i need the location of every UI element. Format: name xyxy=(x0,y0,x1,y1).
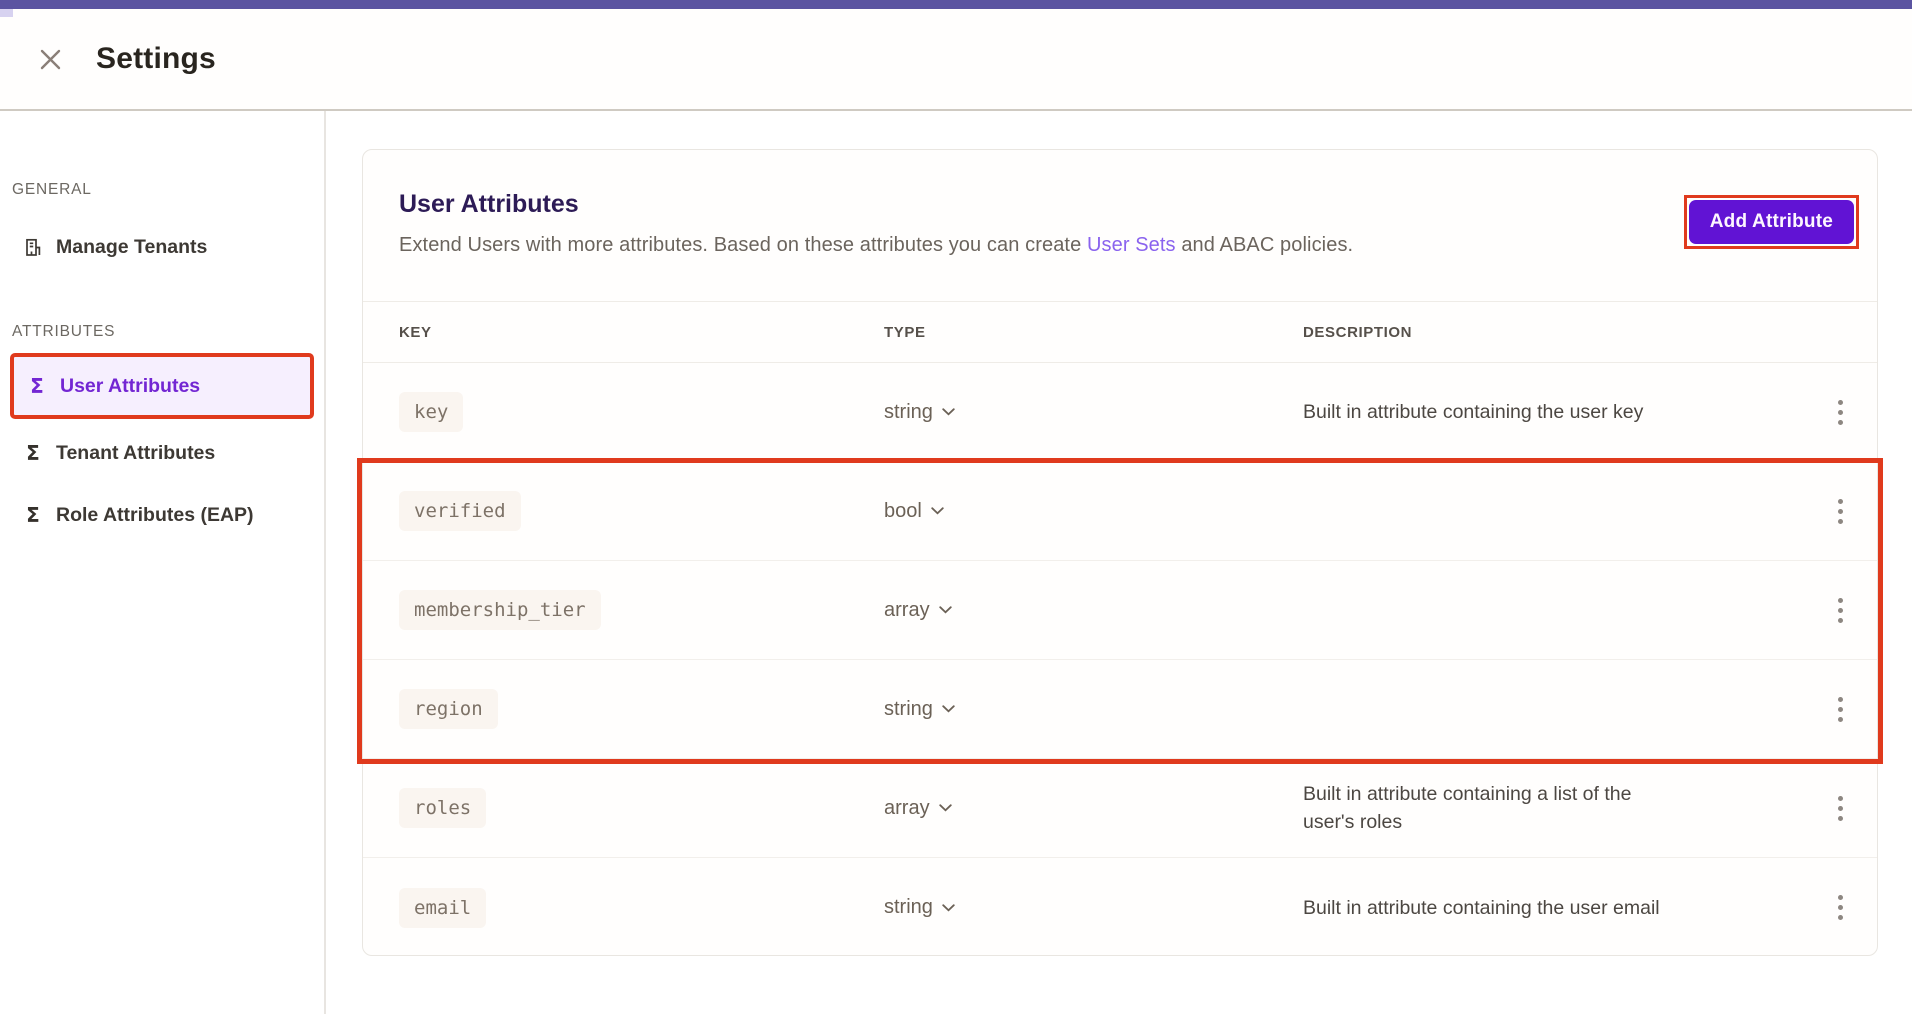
table-row: email string Built in attribute containi… xyxy=(363,858,1877,957)
type-dropdown[interactable]: string xyxy=(884,698,955,721)
user-attributes-card: User Attributes Extend Users with more a… xyxy=(362,149,1878,956)
close-icon xyxy=(39,48,62,71)
kebab-menu-icon[interactable] xyxy=(1832,592,1849,629)
table-row: key string Built in attribute containing… xyxy=(363,363,1877,462)
table-row: region string xyxy=(363,660,1877,759)
type-value: string xyxy=(884,698,933,721)
attribute-key-chip: region xyxy=(399,689,498,729)
attribute-key-chip: verified xyxy=(399,491,521,531)
sidebar-section-attributes: ATTRIBUTES xyxy=(12,323,314,341)
type-value: array xyxy=(884,599,930,622)
chevron-down-icon xyxy=(942,904,955,912)
sigma-icon: Σ xyxy=(22,503,44,527)
sidebar-item-label: User Attributes xyxy=(60,375,200,398)
attribute-key-chip: roles xyxy=(399,788,486,828)
type-value: string xyxy=(884,896,933,919)
type-value: bool xyxy=(884,500,922,523)
sidebar-item-label: Tenant Attributes xyxy=(56,442,215,465)
sidebar-item-manage-tenants[interactable]: Manage Tenants xyxy=(10,225,314,269)
card-header: User Attributes Extend Users with more a… xyxy=(363,150,1877,301)
page-title: Settings xyxy=(96,42,216,76)
attribute-key-chip: key xyxy=(399,392,463,432)
column-header-key: KEY xyxy=(399,324,884,341)
settings-header: Settings xyxy=(0,9,1912,111)
kebab-menu-icon[interactable] xyxy=(1832,394,1849,431)
attribute-description: Built in attribute containing the user e… xyxy=(1303,894,1695,922)
top-accent-bar xyxy=(0,0,1912,9)
sidebar-item-user-attributes[interactable]: Σ User Attributes xyxy=(14,357,310,415)
kebab-menu-icon[interactable] xyxy=(1832,691,1849,728)
description-text: and ABAC policies. xyxy=(1176,234,1354,256)
table-row: verified bool xyxy=(363,462,1877,561)
sidebar-item-label: Role Attributes (EAP) xyxy=(56,504,254,527)
chevron-down-icon xyxy=(942,408,955,416)
type-value: string xyxy=(884,401,933,424)
table-row: roles array Built in attribute containin… xyxy=(363,759,1877,858)
attribute-description: Built in attribute containing the user k… xyxy=(1303,398,1695,426)
chevron-down-icon xyxy=(939,606,952,614)
chevron-down-icon xyxy=(942,705,955,713)
settings-sidebar: GENERAL Manage Tenants ATTRIBUTES Σ User… xyxy=(0,111,326,1014)
card-description: Extend Users with more attributes. Based… xyxy=(399,234,1353,257)
user-sets-link[interactable]: User Sets xyxy=(1087,234,1176,256)
table-rows: key string Built in attribute containing… xyxy=(363,363,1877,957)
close-button[interactable] xyxy=(38,47,62,71)
building-icon xyxy=(22,237,44,258)
column-header-description: DESCRIPTION xyxy=(1303,324,1803,341)
type-dropdown[interactable]: array xyxy=(884,797,952,820)
kebab-menu-icon[interactable] xyxy=(1832,790,1849,827)
annotation-button-highlight: Add Attribute xyxy=(1684,195,1859,249)
sidebar-item-tenant-attributes[interactable]: Σ Tenant Attributes xyxy=(10,429,314,477)
sidebar-item-label: Manage Tenants xyxy=(56,236,207,259)
card-title: User Attributes xyxy=(399,190,1353,219)
attribute-key-chip: email xyxy=(399,888,486,928)
type-dropdown[interactable]: string xyxy=(884,401,955,424)
sigma-icon: Σ xyxy=(26,374,48,398)
type-dropdown[interactable]: string xyxy=(884,896,955,919)
description-text: Extend Users with more attributes. Based… xyxy=(399,234,1087,256)
chevron-down-icon xyxy=(939,804,952,812)
type-value: array xyxy=(884,797,930,820)
annotation-sidebar-highlight: Σ User Attributes xyxy=(10,353,314,419)
type-dropdown[interactable]: bool xyxy=(884,500,944,523)
chevron-down-icon xyxy=(931,507,944,515)
table-header: KEY TYPE DESCRIPTION xyxy=(363,301,1877,363)
add-attribute-button[interactable]: Add Attribute xyxy=(1689,200,1854,244)
table-row: membership_tier array xyxy=(363,561,1877,660)
attribute-key-chip: membership_tier xyxy=(399,590,601,630)
type-dropdown[interactable]: array xyxy=(884,599,952,622)
kebab-menu-icon[interactable] xyxy=(1832,493,1849,530)
column-header-type: TYPE xyxy=(884,324,1303,341)
sidebar-item-role-attributes[interactable]: Σ Role Attributes (EAP) xyxy=(10,491,314,539)
main-content: User Attributes Extend Users with more a… xyxy=(326,111,1912,1014)
sidebar-section-general: GENERAL xyxy=(12,181,314,199)
kebab-menu-icon[interactable] xyxy=(1832,889,1849,926)
attribute-description: Built in attribute containing a list of … xyxy=(1303,780,1695,836)
topbar-notch xyxy=(0,9,13,17)
sigma-icon: Σ xyxy=(22,441,44,465)
